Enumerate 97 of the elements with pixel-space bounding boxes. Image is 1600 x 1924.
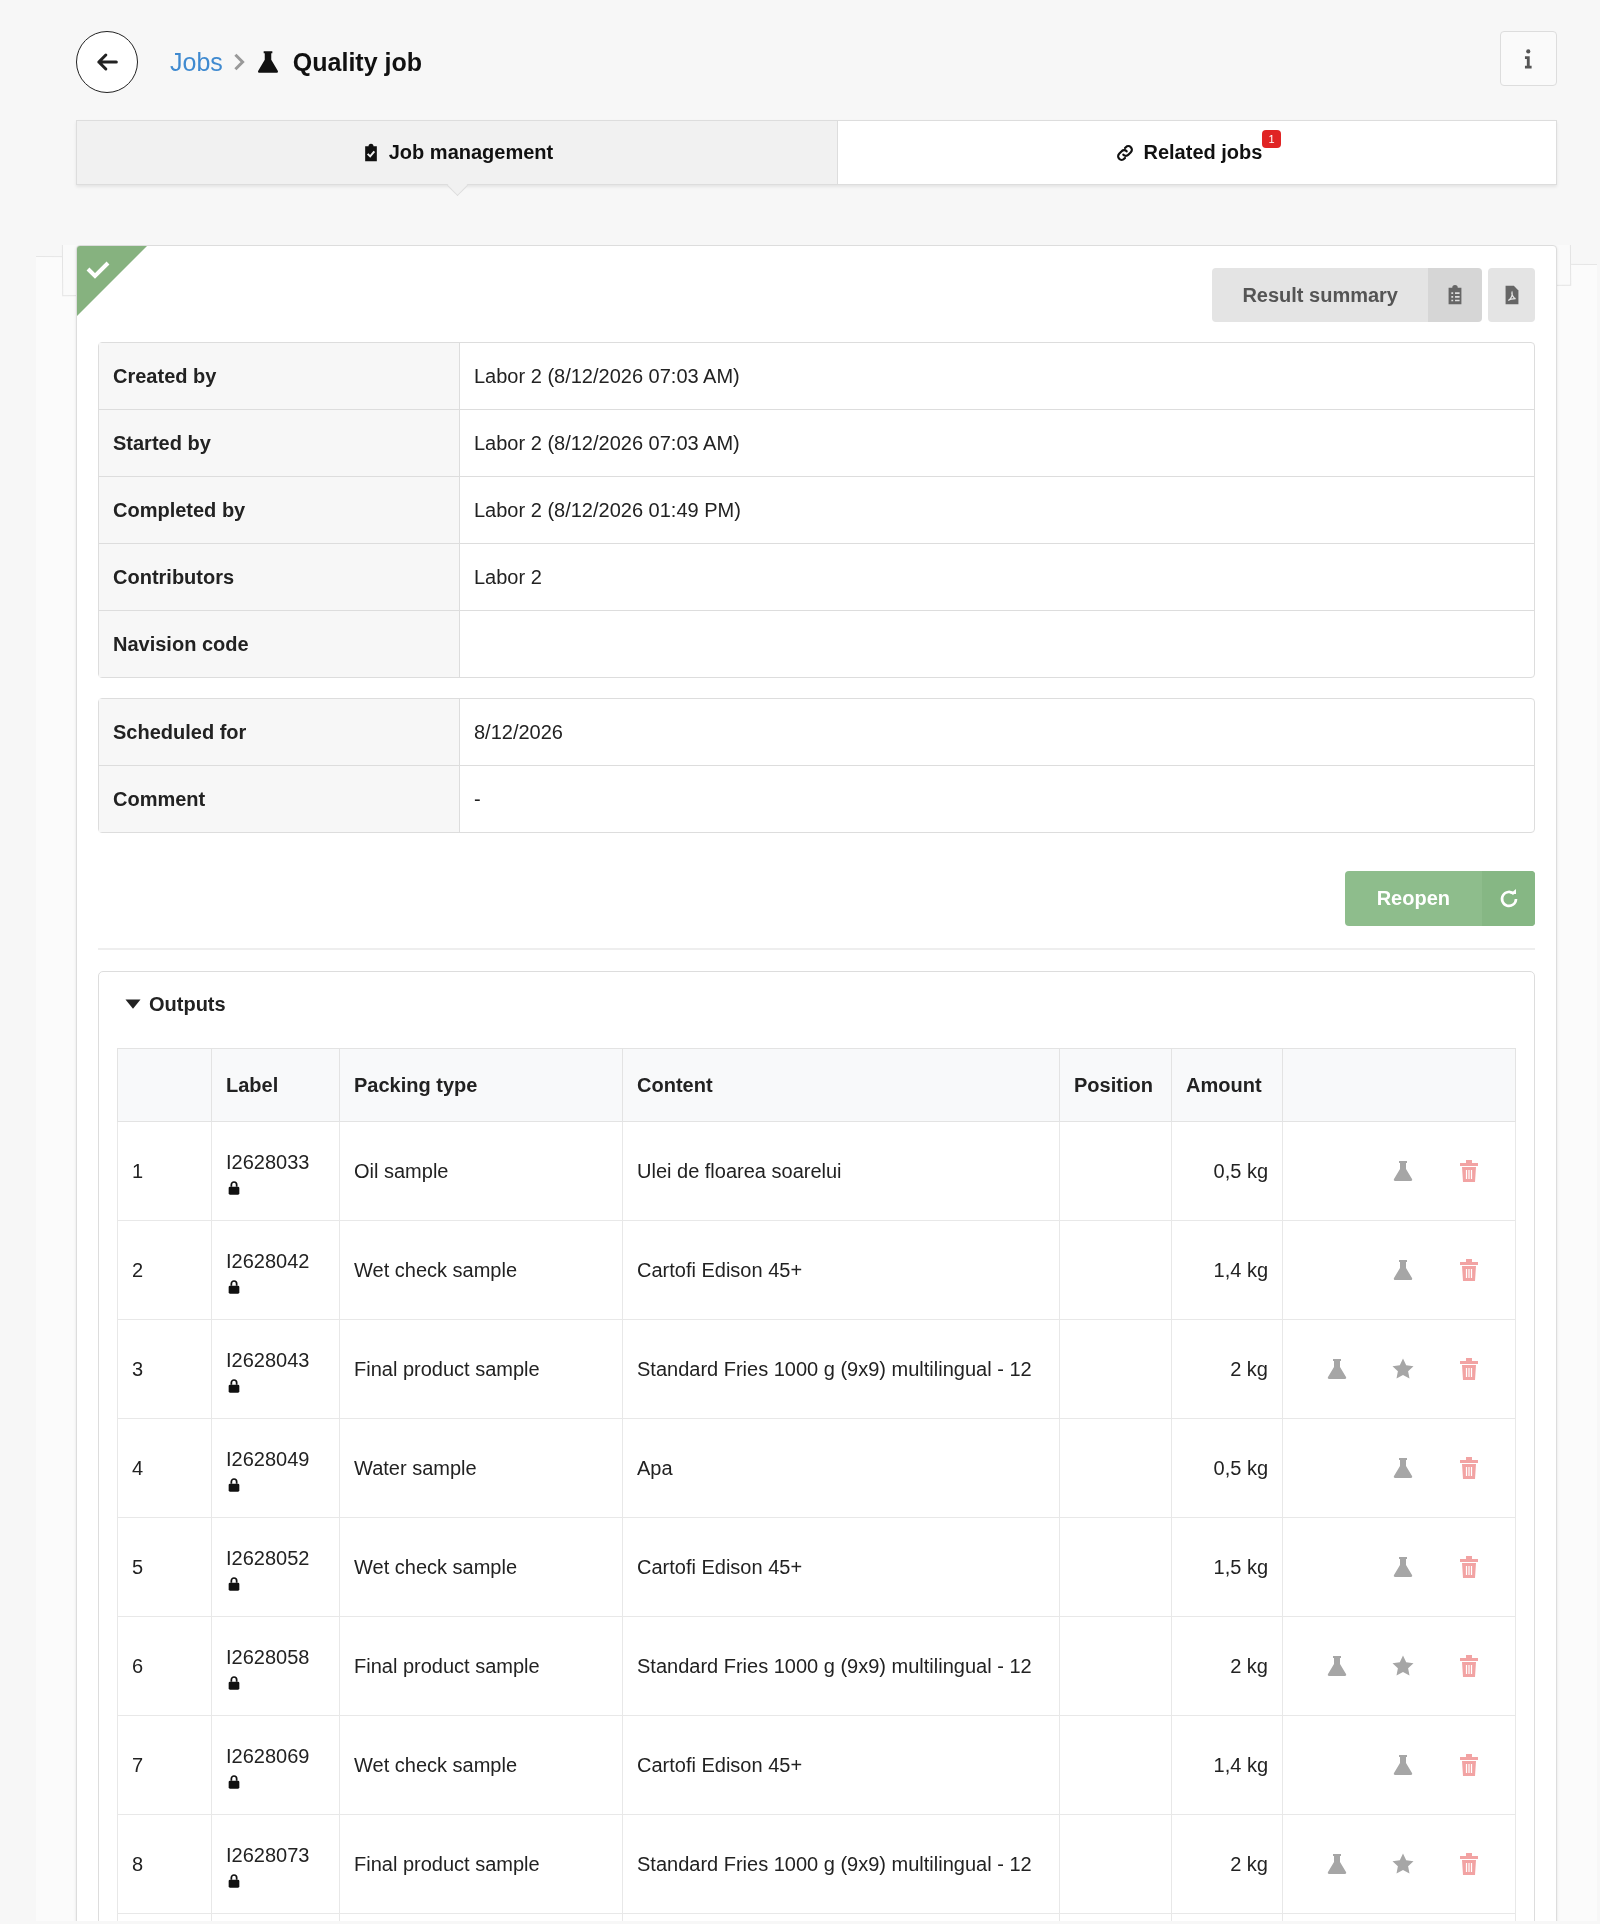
flask-icon[interactable] [1391,1159,1415,1183]
field-label: Started by [99,410,460,476]
table-cell-text: I2628033 [226,1150,311,1175]
flask-icon[interactable] [1325,1654,1349,1678]
table-cell: Standard Fries 1000 g (9x9) multilingual - 12 [637,1655,1032,1677]
info-button[interactable] [1500,31,1557,86]
row-number: 1 [132,1160,144,1182]
table-cell: Final product sample [354,1853,540,1875]
table-cell: Standard Fries 1000 g (9x9) multilingual - 12 [637,1358,1032,1380]
field-label: Navision code [99,611,460,677]
trash-icon[interactable] [1457,1456,1481,1480]
trash-icon[interactable] [1457,1654,1481,1678]
info-icon [1524,48,1533,69]
table-cell: Final product sample [354,1655,540,1677]
flask-icon[interactable] [1391,1456,1415,1480]
caret-down-icon[interactable] [125,998,141,1010]
table-cell-text: I2628073 [226,1843,311,1868]
trash-icon[interactable] [1457,1258,1481,1282]
result-summary-button[interactable]: Result summary [1212,268,1428,322]
lock-icon [226,1279,242,1295]
field-label: Comment [99,766,460,832]
table-cell-text: I2628042 [226,1249,311,1274]
trash-icon[interactable] [1457,1555,1481,1579]
table-cell: 2 kg [1230,1358,1268,1380]
table-cell: Final product sample [354,1358,540,1380]
flask-icon[interactable] [1325,1852,1349,1876]
row-number: 2 [132,1259,144,1281]
trash-icon[interactable] [1457,1852,1481,1876]
row-number: 6 [132,1655,144,1677]
flask-icon[interactable] [1391,1555,1415,1579]
table-cell: Cartofi Edison 45+ [637,1754,803,1776]
column-header: Packing type [339,1048,623,1122]
table-cell-text: I2628043 [226,1348,311,1373]
column-header: Amount [1171,1048,1283,1122]
flask-icon[interactable] [1391,1258,1415,1282]
table-cell-text: I2628052 [226,1546,311,1571]
lock-icon [226,1873,242,1889]
table-cell: Cartofi Edison 45+ [637,1259,803,1281]
row-number: 7 [132,1754,144,1776]
field-label: Scheduled for [99,699,460,765]
field-value: Labor 2 [474,565,542,589]
field-value: 8/12/2026 [474,720,563,744]
table-cell: 2 kg [1230,1853,1268,1875]
lock-icon [226,1576,242,1592]
lock-icon [226,1477,242,1493]
table-cell: 1,4 kg [1213,1754,1268,1776]
table-cell-text: I2628058 [226,1645,311,1670]
link-icon [1115,142,1136,163]
trash-icon[interactable] [1457,1753,1481,1777]
table-cell: 0,5 kg [1213,1160,1268,1182]
trash-icon[interactable] [1457,1357,1481,1381]
trash-icon[interactable] [1457,1159,1481,1183]
table-cell: Standard Fries 1000 g (9x9) multilingual - 12 [637,1853,1032,1875]
table-cell-text: I2628049 [226,1447,311,1472]
star-icon[interactable] [1391,1852,1415,1876]
row-number: 3 [132,1358,144,1380]
chevron-right-icon [232,53,245,71]
field-value: Labor 2 (8/12/2026 01:49 PM) [474,498,741,522]
flask-icon[interactable] [1325,1357,1349,1381]
summary-list-button[interactable] [1428,268,1482,322]
column-header: Content [622,1048,1060,1122]
table-cell: Wet check sample [354,1259,518,1281]
tab[interactable]: Related jobs 1 [837,121,1558,184]
row-number: 4 [132,1457,144,1479]
lock-icon [226,1180,242,1196]
pdf-button[interactable] [1488,268,1535,322]
page-title: Quality job [292,47,422,77]
count-badge: 1 [1262,129,1281,148]
table-cell: Cartofi Edison 45+ [637,1556,803,1578]
lock-icon [226,1774,242,1790]
flask-icon[interactable] [1391,1753,1415,1777]
field-label: Contributors [99,544,460,610]
field-label: Completed by [99,477,460,543]
lock-icon [226,1378,242,1394]
section-title[interactable]: Outputs [149,992,226,1016]
table-cell: Wet check sample [354,1754,518,1776]
star-icon[interactable] [1391,1654,1415,1678]
row-number: 5 [132,1556,144,1578]
table-cell: 1,4 kg [1213,1259,1268,1281]
row-number: 8 [132,1853,144,1875]
column-header: Label [211,1048,340,1122]
lock-icon [226,1675,242,1691]
table-cell-text: I2628069 [226,1744,311,1769]
table-cell: Water sample [354,1457,477,1479]
star-icon[interactable] [1391,1357,1415,1381]
field-label: Created by [99,343,460,409]
table-cell: Wet check sample [354,1556,518,1578]
table-cell: 2 kg [1230,1655,1268,1677]
table-cell: Oil sample [354,1160,449,1182]
table-cell: Ulei de floarea soarelui [637,1160,842,1182]
field-value: Labor 2 (8/12/2026 07:03 AM) [474,364,740,388]
table-cell: 0,5 kg [1213,1457,1268,1479]
field-value: Labor 2 (8/12/2026 07:03 AM) [474,431,740,455]
table-cell: Apa [637,1457,673,1479]
column-header: Position [1059,1048,1172,1122]
field-value: - [474,787,481,811]
table-cell: 1,5 kg [1213,1556,1268,1578]
